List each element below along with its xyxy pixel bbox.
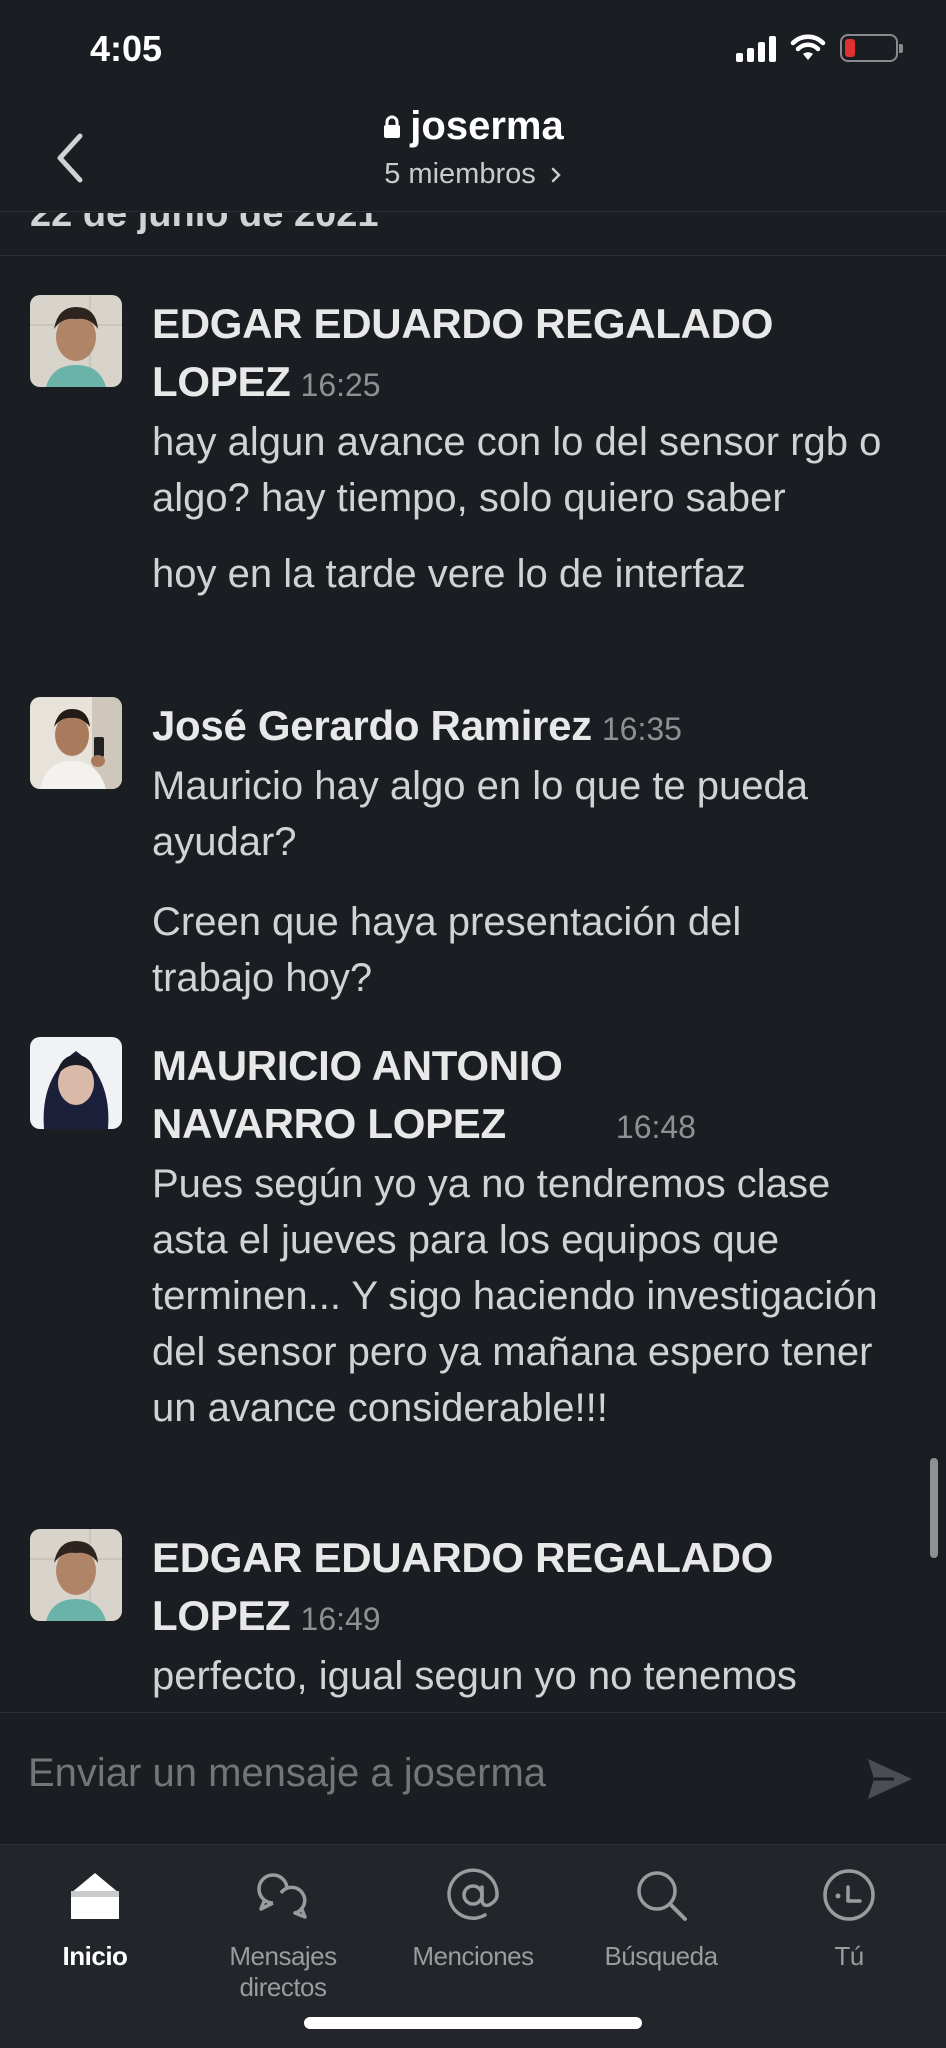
cellular-signal-icon <box>736 34 776 62</box>
battery-icon <box>840 34 903 62</box>
message-list[interactable]: 22 de junio de 2021 EDGAR EDUARDO REGALA… <box>0 213 946 1713</box>
lock-icon <box>384 115 401 138</box>
message-text: hay algun avance con lo del sensor rgb o… <box>152 420 882 520</box>
tab-label: Búsqueda <box>604 1941 718 1971</box>
sender-name[interactable]: EDGAR EDUARDO REGALADO LOPEZ 16:25 <box>152 295 942 414</box>
tab-menciones[interactable]: Menciones <box>378 1863 568 1972</box>
avatar[interactable] <box>30 697 122 789</box>
members-count: 5 miembros <box>384 158 536 190</box>
message-text: Creen que haya presentación del trabajo … <box>152 900 742 1000</box>
message-composer <box>0 1712 946 1844</box>
tab-label: Inicio <box>62 1941 128 1971</box>
members-link[interactable]: 5 miembros <box>0 158 946 191</box>
message-input[interactable] <box>28 1751 828 1796</box>
sender-name[interactable]: MAURICIO ANTONIO NAVARRO LOPEZ 16:48 <box>152 1037 712 1156</box>
message-text: Pues según yo ya no tendremos clase asta… <box>152 1162 878 1430</box>
message-timestamp: 16:35 <box>601 711 682 747</box>
wifi-icon <box>790 34 826 60</box>
bottom-tab-bar: Inicio Mensajes directos Menciones Búsqu… <box>0 1844 946 2048</box>
message-timestamp: 16:49 <box>300 1601 381 1637</box>
scrollbar[interactable] <box>930 1458 938 1558</box>
profile-icon <box>823 1869 875 1921</box>
status-time: 4:05 <box>90 28 163 69</box>
home-indicator[interactable] <box>304 2017 642 2029</box>
tab-label: Mensajes directos <box>229 1941 337 2002</box>
message-text: Mauricio hay algo en lo que te pueda ayu… <box>152 764 809 864</box>
tab-inicio[interactable]: Inicio <box>0 1863 190 1972</box>
channel-title[interactable]: joserma <box>0 104 946 149</box>
message-text: hoy en la tarde vere lo de interfaz <box>152 552 746 596</box>
channel-name: joserma <box>410 104 564 148</box>
mention-icon <box>447 1868 499 1920</box>
sender-name[interactable]: José Gerardo Ramirez 16:35 <box>152 697 942 758</box>
avatar[interactable] <box>30 1529 122 1621</box>
tab-label: Menciones <box>412 1941 534 1971</box>
status-bar: 4:05 <box>0 0 946 100</box>
message-text: perfecto, igual segun yo no tenemos <box>152 1654 797 1698</box>
search-icon <box>637 1871 687 1921</box>
send-icon[interactable] <box>864 1753 916 1805</box>
status-icons <box>736 34 903 62</box>
avatar[interactable] <box>30 295 122 387</box>
dm-icon <box>257 1873 307 1919</box>
tab-tu[interactable]: Tú <box>754 1863 944 1972</box>
date-divider: 22 de junio de 2021 <box>30 213 379 235</box>
message-timestamp: 16:48 <box>615 1109 696 1145</box>
tab-mensajes-directos[interactable]: Mensajes directos <box>188 1863 378 2003</box>
tab-label: Tú <box>834 1941 864 1971</box>
channel-header: joserma 5 miembros <box>0 100 946 212</box>
message-timestamp: 16:25 <box>300 367 381 403</box>
home-icon <box>71 1873 119 1919</box>
chevron-right-icon <box>551 167 561 182</box>
divider-line <box>0 255 946 256</box>
sender-name[interactable]: EDGAR EDUARDO REGALADO LOPEZ 16:49 <box>152 1529 942 1648</box>
tab-busqueda[interactable]: Búsqueda <box>566 1863 756 1972</box>
avatar[interactable] <box>30 1037 122 1129</box>
